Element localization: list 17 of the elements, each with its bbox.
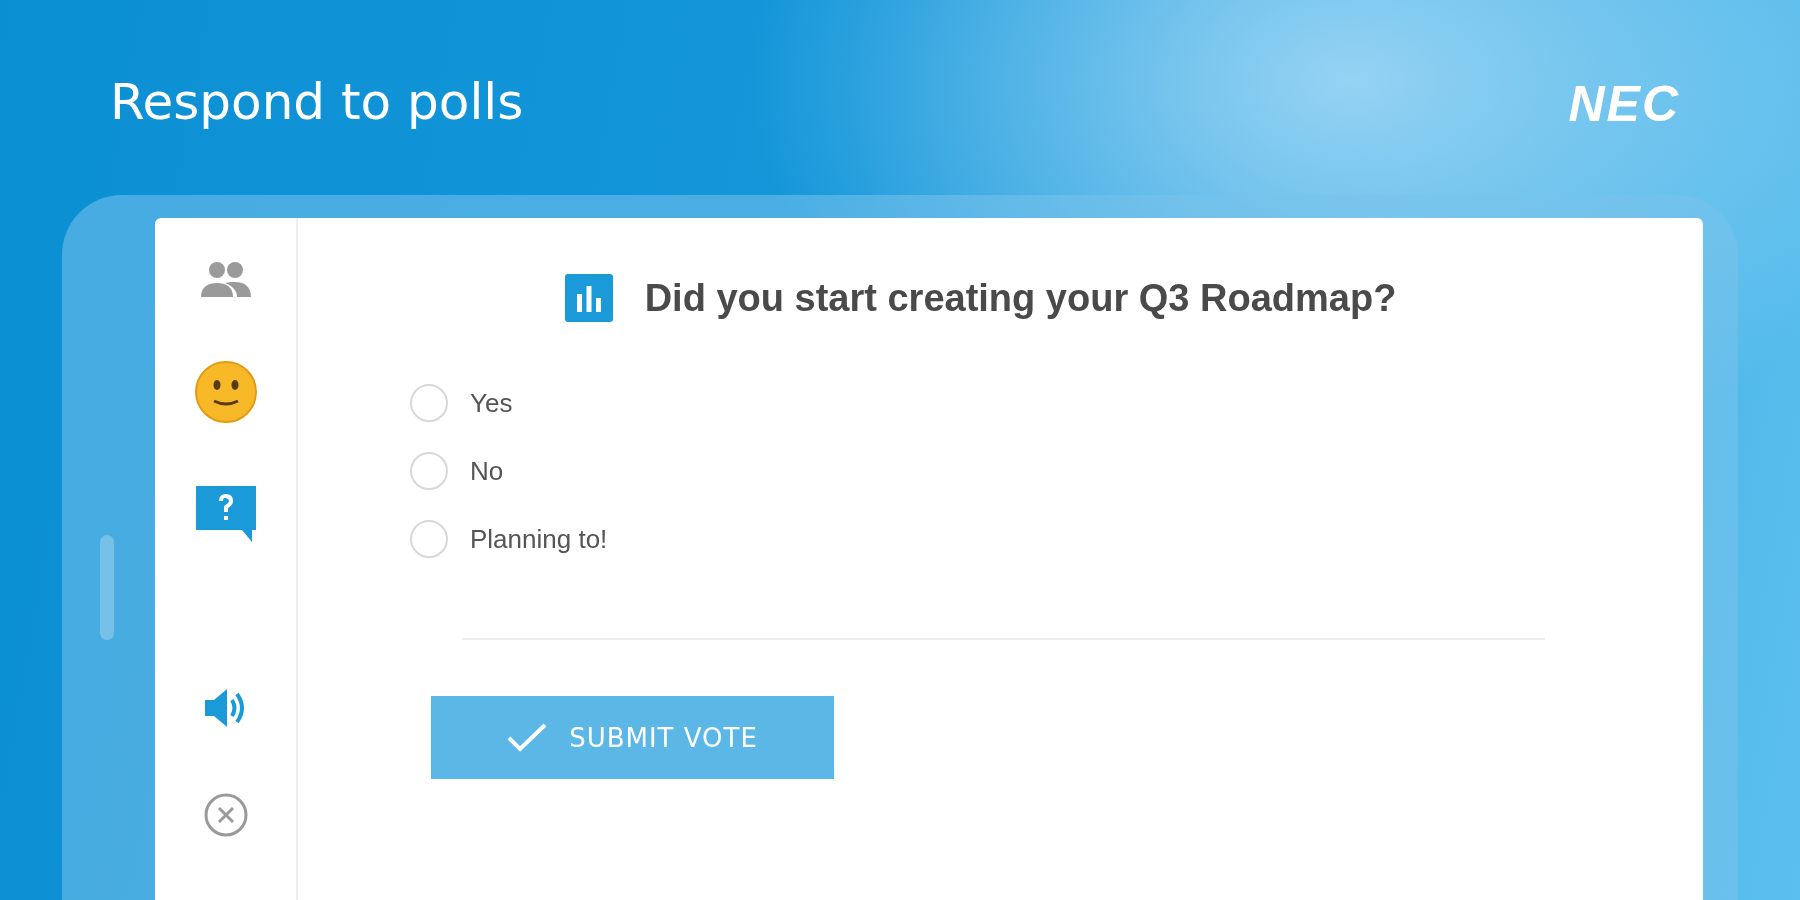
submit-vote-button[interactable]: SUBMIT VOTE	[431, 696, 834, 779]
option-label: Yes	[470, 387, 513, 419]
page-title: Respond to polls	[110, 72, 524, 132]
sidebar-item[interactable]	[192, 362, 259, 422]
bar-chart-icon	[564, 274, 613, 322]
checkmark-icon	[507, 722, 548, 753]
radio-button[interactable]	[410, 384, 448, 422]
question-bubble-icon	[193, 484, 258, 544]
option-label: Planning to!	[470, 523, 608, 555]
smiley-icon	[194, 361, 257, 423]
poll-question: Did you start creating your Q3 Roadmap?	[644, 276, 1397, 320]
logo: NEC	[1568, 75, 1680, 134]
close-icon	[202, 792, 249, 838]
option-label: No	[470, 455, 504, 487]
radio-button[interactable]	[410, 520, 448, 558]
people-icon	[198, 259, 253, 299]
radio-button[interactable]	[410, 452, 448, 490]
